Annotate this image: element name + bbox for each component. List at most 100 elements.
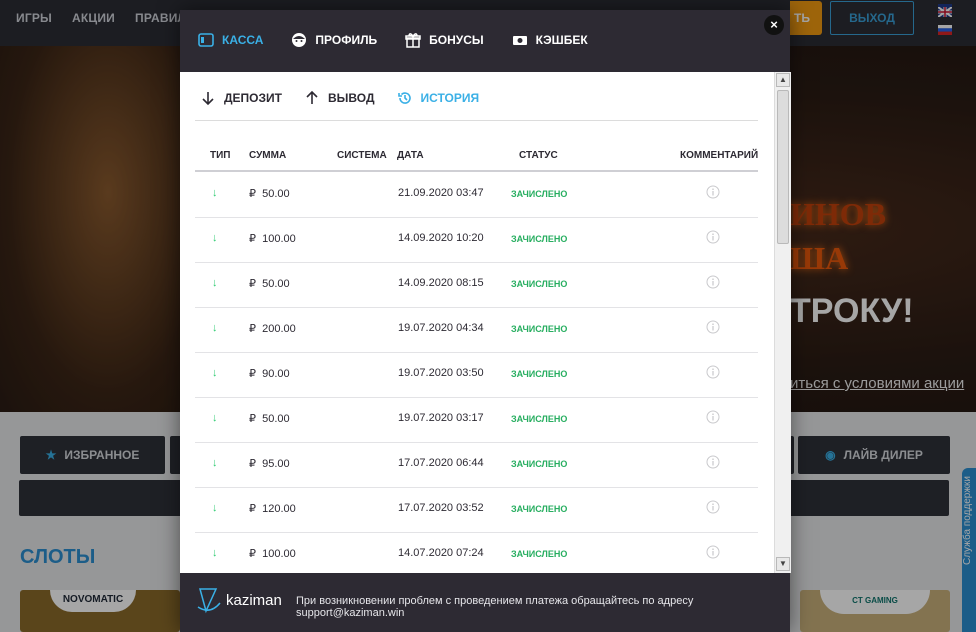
status-badge: ЗАЧИСЛЕНО xyxy=(511,234,568,244)
arrow-down-icon xyxy=(202,92,214,106)
tab-cashier[interactable]: КАССА xyxy=(198,32,263,48)
support-notice: При возникновении проблем с проведением … xyxy=(296,595,694,619)
info-icon[interactable] xyxy=(706,185,720,199)
info-icon[interactable] xyxy=(706,410,720,424)
subtab-history-label: ИСТОРИЯ xyxy=(420,91,480,105)
amount-cell: ₽ 50.00 xyxy=(249,277,290,290)
modal-tabs: КАССА ПРОФИЛЬ БОНУСЫ КЭШБЕК xyxy=(198,32,588,48)
tab-cashback[interactable]: КЭШБЕК xyxy=(512,32,588,48)
col-comment: КОММЕНТАРИЙ xyxy=(680,150,759,161)
date-cell: 17.07.2020 03:52 xyxy=(398,502,484,514)
amount-cell: ₽ 120.00 xyxy=(249,502,296,515)
subtabs-divider xyxy=(195,120,758,121)
info-icon[interactable] xyxy=(706,275,720,289)
col-amount: СУММА xyxy=(249,150,287,161)
info-icon[interactable] xyxy=(706,500,720,514)
date-cell: 19.07.2020 03:50 xyxy=(398,367,484,379)
logo-text: kaziman xyxy=(226,591,282,609)
currency-symbol: ₽ xyxy=(249,503,256,515)
wallet-icon xyxy=(198,33,214,47)
scroll-down-icon[interactable]: ▼ xyxy=(776,557,790,571)
currency-symbol: ₽ xyxy=(249,323,256,335)
table-row: ↓ ₽ 90.00 19.07.2020 03:50 ЗАЧИСЛЕНО xyxy=(195,352,758,398)
amount-value: 50.00 xyxy=(262,278,290,290)
currency-symbol: ₽ xyxy=(249,233,256,245)
scroll-thumb[interactable] xyxy=(777,90,789,244)
amount-value: 100.00 xyxy=(262,548,296,560)
date-cell: 14.07.2020 07:24 xyxy=(398,547,484,559)
table-row: ↓ ₽ 120.00 17.07.2020 03:52 ЗАЧИСЛЕНО xyxy=(195,487,758,533)
status-badge: ЗАЧИСЛЕНО xyxy=(511,369,568,379)
table-header: ТИП СУММА СИСТЕМА ДАТА СТАТУС КОММЕНТАРИ… xyxy=(195,150,758,172)
modal-header: КАССА ПРОФИЛЬ БОНУСЫ КЭШБЕК × xyxy=(180,10,790,72)
table-row: ↓ ₽ 50.00 21.09.2020 03:47 ЗАЧИСЛЕНО xyxy=(195,172,758,218)
date-cell: 19.07.2020 03:17 xyxy=(398,412,484,424)
info-icon[interactable] xyxy=(706,365,720,379)
table-row: ↓ ₽ 100.00 14.09.2020 10:20 ЗАЧИСЛЕНО xyxy=(195,217,758,263)
amount-value: 200.00 xyxy=(262,323,296,335)
status-badge: ЗАЧИСЛЕНО xyxy=(511,189,568,199)
logo-mark-icon xyxy=(197,588,221,614)
amount-value: 50.00 xyxy=(262,413,290,425)
info-icon[interactable] xyxy=(706,545,720,559)
deposit-arrow-icon: ↓ xyxy=(212,232,218,244)
cashier-subtabs: ДЕПОЗИТ ВЫВОД ИСТОРИЯ xyxy=(200,90,479,106)
subtab-history[interactable]: ИСТОРИЯ xyxy=(397,90,480,106)
info-icon[interactable] xyxy=(706,320,720,334)
status-badge: ЗАЧИСЛЕНО xyxy=(511,414,568,424)
date-cell: 14.09.2020 10:20 xyxy=(398,232,484,244)
table-row: ↓ ₽ 95.00 17.07.2020 06:44 ЗАЧИСЛЕНО xyxy=(195,442,758,488)
table-row: ↓ ₽ 50.00 19.07.2020 03:17 ЗАЧИСЛЕНО xyxy=(195,397,758,443)
amount-value: 120.00 xyxy=(262,503,296,515)
info-icon[interactable] xyxy=(706,230,720,244)
col-status: СТАТУС xyxy=(519,150,558,161)
status-badge: ЗАЧИСЛЕНО xyxy=(511,279,568,289)
amount-cell: ₽ 100.00 xyxy=(249,547,296,560)
arrow-up-icon xyxy=(306,90,318,104)
status-badge: ЗАЧИСЛЕНО xyxy=(511,324,568,334)
gift-icon xyxy=(405,33,421,48)
deposit-arrow-icon: ↓ xyxy=(212,502,218,514)
amount-cell: ₽ 100.00 xyxy=(249,232,296,245)
currency-symbol: ₽ xyxy=(249,413,256,425)
currency-symbol: ₽ xyxy=(249,368,256,380)
status-badge: ЗАЧИСЛЕНО xyxy=(511,459,568,469)
cash-icon xyxy=(512,36,527,45)
col-system: СИСТЕМА xyxy=(337,150,387,161)
deposit-arrow-icon: ↓ xyxy=(212,277,218,289)
table-row: ↓ ₽ 50.00 14.09.2020 08:15 ЗАЧИСЛЕНО xyxy=(195,262,758,308)
date-cell: 21.09.2020 03:47 xyxy=(398,187,484,199)
amount-value: 100.00 xyxy=(262,233,296,245)
kaziman-logo: kaziman xyxy=(196,585,282,615)
deposit-arrow-icon: ↓ xyxy=(212,367,218,379)
modal-scrollbar[interactable]: ▲ ▼ xyxy=(774,72,791,573)
currency-symbol: ₽ xyxy=(249,548,256,560)
scroll-up-icon[interactable]: ▲ xyxy=(776,73,790,87)
amount-cell: ₽ 90.00 xyxy=(249,367,290,380)
tab-cashback-label: КЭШБЕК xyxy=(535,33,588,47)
table-row: ↓ ₽ 100.00 14.07.2020 07:24 ЗАЧИСЛЕНО xyxy=(195,532,758,573)
subtab-deposit-label: ДЕПОЗИТ xyxy=(224,91,282,105)
tab-profile[interactable]: ПРОФИЛЬ xyxy=(291,32,377,48)
close-button[interactable]: × xyxy=(764,15,784,35)
date-cell: 17.07.2020 06:44 xyxy=(398,457,484,469)
deposit-arrow-icon: ↓ xyxy=(212,457,218,469)
tab-bonuses[interactable]: БОНУСЫ xyxy=(405,32,484,48)
amount-cell: ₽ 50.00 xyxy=(249,412,290,425)
history-panel: ДЕПОЗИТ ВЫВОД ИСТОРИЯ ТИП СУММА СИСТЕМА … xyxy=(180,72,774,573)
amount-cell: ₽ 200.00 xyxy=(249,322,296,335)
deposit-arrow-icon: ↓ xyxy=(212,322,218,334)
amount-cell: ₽ 50.00 xyxy=(249,187,290,200)
cashier-modal: КАССА ПРОФИЛЬ БОНУСЫ КЭШБЕК × ДЕПОЗИТ ВЫ… xyxy=(180,10,791,632)
table-row: ↓ ₽ 200.00 19.07.2020 04:34 ЗАЧИСЛЕНО xyxy=(195,307,758,353)
subtab-withdraw[interactable]: ВЫВОД xyxy=(304,90,375,106)
subtab-withdraw-label: ВЫВОД xyxy=(327,91,375,105)
info-icon[interactable] xyxy=(706,455,720,469)
status-badge: ЗАЧИСЛЕНО xyxy=(511,549,568,559)
amount-value: 90.00 xyxy=(262,368,290,380)
subtab-deposit[interactable]: ДЕПОЗИТ xyxy=(200,90,282,106)
date-cell: 14.09.2020 08:15 xyxy=(398,277,484,289)
deposit-arrow-icon: ↓ xyxy=(212,187,218,199)
tab-bonuses-label: БОНУСЫ xyxy=(429,33,484,47)
tab-profile-label: ПРОФИЛЬ xyxy=(315,33,378,47)
